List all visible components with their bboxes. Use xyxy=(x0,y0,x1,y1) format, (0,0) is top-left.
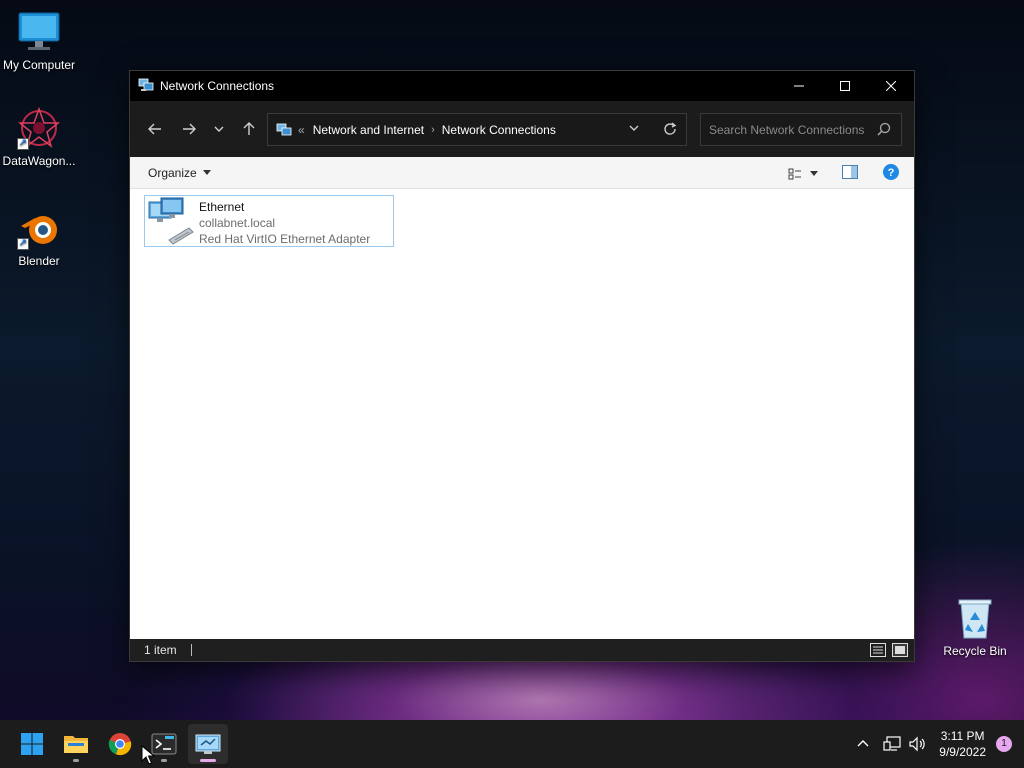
window-titlebar[interactable]: Network Connections xyxy=(130,71,914,101)
system-tray: 3:11 PM 9/9/2022 1 xyxy=(857,720,1024,768)
desktop-icon-label: My Computer xyxy=(2,58,76,72)
notification-badge[interactable]: 1 xyxy=(996,736,1012,752)
minimize-icon xyxy=(794,85,804,87)
search-icon[interactable] xyxy=(877,122,891,139)
active-indicator xyxy=(200,759,216,762)
details-view-icon xyxy=(870,643,886,657)
connection-name: Ethernet xyxy=(199,200,245,214)
breadcrumb-network-and-internet[interactable]: Network and Internet xyxy=(313,123,424,137)
close-icon xyxy=(886,81,896,91)
help-button[interactable]: ? xyxy=(882,163,900,184)
arrow-up-icon xyxy=(243,122,255,135)
arrow-right-icon xyxy=(183,123,196,135)
network-adapter-icon xyxy=(145,196,199,246)
command-bar: Organize ? xyxy=(130,157,914,189)
desktop-icon-datawagon[interactable]: ↗ DataWagon... xyxy=(0,106,78,168)
caret-down-icon xyxy=(202,169,211,175)
address-bar[interactable]: « Network and Internet › Network Connect… xyxy=(267,113,687,146)
shortcut-arrow-icon: ↗ xyxy=(17,138,29,150)
control-panel-taskbar-button[interactable] xyxy=(188,724,228,764)
close-button[interactable] xyxy=(868,71,914,101)
control-panel-icon xyxy=(195,734,221,754)
svg-text:?: ? xyxy=(888,167,895,179)
search-box[interactable] xyxy=(700,113,902,146)
monitor-icon xyxy=(17,10,61,54)
address-dropdown-button[interactable] xyxy=(628,122,640,137)
navigation-bar: « Network and Internet › Network Connect… xyxy=(130,101,914,157)
running-indicator xyxy=(73,759,79,762)
preview-pane-button[interactable] xyxy=(842,165,858,182)
up-button[interactable] xyxy=(234,114,264,144)
start-icon xyxy=(21,733,43,755)
desktop-icon-recycle-bin[interactable]: Recycle Bin xyxy=(936,596,1014,658)
view-options-icon xyxy=(788,168,801,179)
connection-adapter: Red Hat VirtIO Ethernet Adapter xyxy=(199,232,371,246)
clock-time: 3:11 PM xyxy=(940,729,985,743)
desktop-icon-label: Blender xyxy=(18,254,60,268)
organize-label: Organize xyxy=(148,165,197,180)
minimize-button[interactable] xyxy=(776,71,822,101)
chevron-up-icon xyxy=(857,740,869,747)
arrow-left-icon xyxy=(148,123,161,135)
desktop-icon-my-computer[interactable]: My Computer xyxy=(0,10,78,72)
mouse-cursor-icon xyxy=(141,744,156,768)
blender-icon: ↗ xyxy=(17,206,61,250)
datawagon-icon: ↗ xyxy=(17,106,61,150)
preview-pane-icon xyxy=(842,165,858,179)
status-divider xyxy=(190,644,192,656)
recycle-bin-icon xyxy=(953,596,997,640)
breadcrumb-separator-icon[interactable]: › xyxy=(431,124,435,136)
show-hidden-icons-button[interactable] xyxy=(857,738,869,750)
connection-network: collabnet.local xyxy=(199,216,276,230)
network-connections-window: Network Connections « Network and Intern… xyxy=(129,70,915,662)
recent-locations-button[interactable] xyxy=(204,114,234,144)
item-count: 1 item xyxy=(144,643,177,657)
search-input[interactable] xyxy=(701,122,866,137)
clock-button[interactable]: 3:11 PM 9/9/2022 xyxy=(939,728,986,760)
refresh-icon xyxy=(664,122,677,135)
volume-button[interactable] xyxy=(909,736,927,752)
chevron-down-icon xyxy=(214,126,224,132)
network-status-button[interactable] xyxy=(883,736,901,752)
window-title: Network Connections xyxy=(160,79,275,93)
refresh-button[interactable] xyxy=(662,121,678,140)
clock-date: 9/9/2022 xyxy=(939,745,986,759)
organize-button[interactable]: Organize xyxy=(148,166,211,180)
file-explorer-icon xyxy=(64,736,88,753)
start-button[interactable] xyxy=(12,724,52,764)
status-bar: 1 item xyxy=(130,639,914,661)
network-folder-icon xyxy=(276,122,292,138)
large-icons-view-icon xyxy=(892,643,908,657)
breadcrumb-network-connections[interactable]: Network Connections xyxy=(442,123,556,137)
network-icon xyxy=(883,736,901,751)
maximize-icon xyxy=(840,81,850,91)
desktop-icon-label: Recycle Bin xyxy=(943,644,1007,658)
volume-icon xyxy=(909,736,925,752)
desktop-icon-label: DataWagon... xyxy=(2,154,76,168)
maximize-button[interactable] xyxy=(822,71,868,101)
help-icon: ? xyxy=(883,164,899,180)
change-view-button[interactable] xyxy=(788,167,818,181)
network-folder-icon xyxy=(138,77,154,96)
caret-down-icon xyxy=(810,170,818,176)
breadcrumb-overflow[interactable]: « xyxy=(298,123,305,137)
chrome-taskbar-button[interactable] xyxy=(100,724,140,764)
desktop-icon-blender[interactable]: ↗ Blender xyxy=(0,206,78,268)
chevron-down-icon xyxy=(629,125,639,131)
back-button[interactable] xyxy=(140,114,170,144)
file-explorer-taskbar-button[interactable] xyxy=(56,724,96,764)
file-list-area[interactable]: Ethernet collabnet.local Red Hat VirtIO … xyxy=(130,189,914,641)
connection-item-ethernet[interactable]: Ethernet collabnet.local Red Hat VirtIO … xyxy=(144,195,394,247)
running-indicator xyxy=(161,759,167,762)
details-view-button[interactable] xyxy=(870,643,886,660)
chrome-icon xyxy=(108,733,132,756)
large-icons-view-button[interactable] xyxy=(892,643,908,660)
shortcut-arrow-icon: ↗ xyxy=(17,238,29,250)
forward-button[interactable] xyxy=(174,114,204,144)
